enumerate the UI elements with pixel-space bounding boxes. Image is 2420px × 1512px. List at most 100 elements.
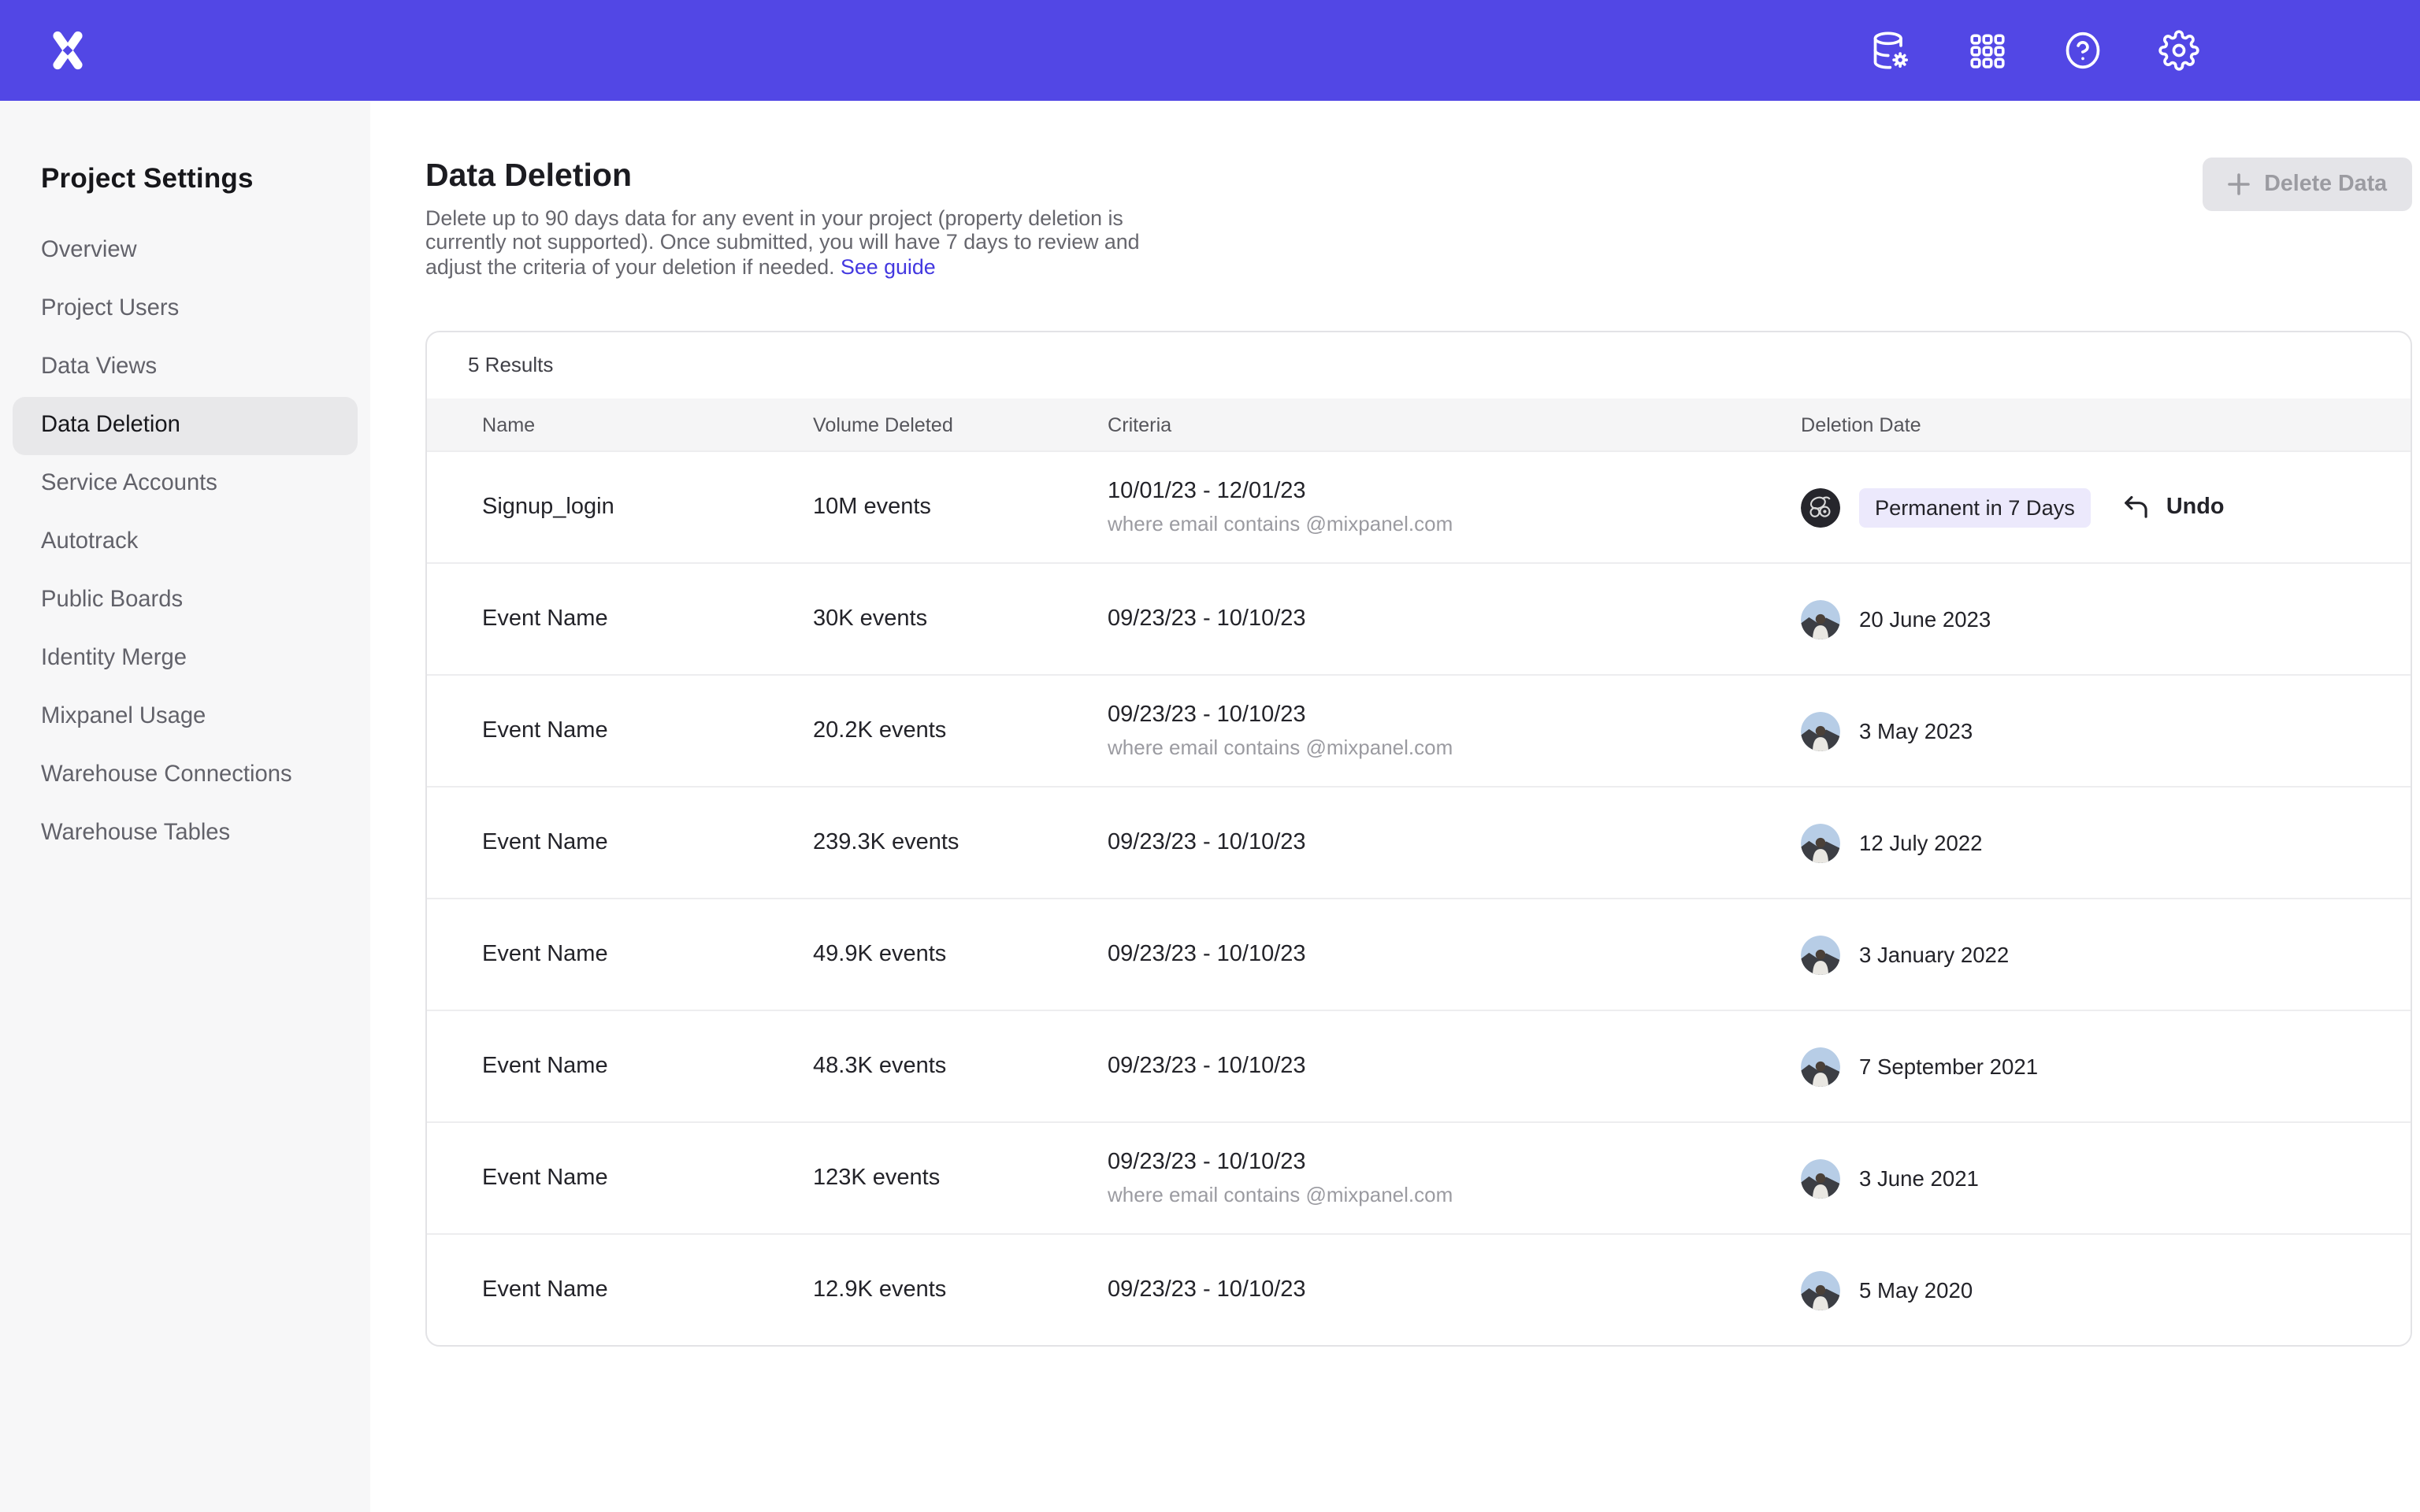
event-name-cell: Event Name <box>427 830 813 855</box>
volume-cell: 239.3K events <box>813 830 1108 855</box>
status-badge: Permanent in 7 Days <box>1859 487 2091 527</box>
user-avatar <box>1801 1047 1840 1086</box>
sidebar-item-service-accounts[interactable]: Service Accounts <box>13 455 358 513</box>
description-line-2: currently not supported). Once submitted… <box>425 231 1166 255</box>
criteria-cell: 09/23/23 - 10/10/23 <box>1108 606 1801 632</box>
deletion-date: 3 May 2023 <box>1859 719 1973 743</box>
criteria-cell: 09/23/23 - 10/10/23 <box>1108 1054 1801 1079</box>
event-name-cell: Event Name <box>427 942 813 967</box>
sidebar-item-warehouse-tables[interactable]: Warehouse Tables <box>13 805 358 863</box>
sidebar-item-data-views[interactable]: Data Views <box>13 339 358 397</box>
deletion-date-cell: 3 June 2021 <box>1801 1158 2411 1198</box>
event-name-cell: Event Name <box>427 1166 813 1191</box>
volume-cell: 123K events <box>813 1166 1108 1191</box>
deletion-date-cell: 12 July 2022 <box>1801 823 2411 862</box>
app-root: Project Settings Overview Project Users … <box>0 0 2420 1512</box>
top-icon-group <box>1870 30 2199 71</box>
criteria-cell: 09/23/23 - 10/10/23 <box>1108 1277 1801 1303</box>
criteria-cell: 10/01/23 - 12/01/23 where email contains… <box>1108 479 1801 536</box>
deletion-date: 7 September 2021 <box>1859 1054 2038 1078</box>
deletion-date: 5 May 2020 <box>1859 1278 1973 1302</box>
mixpanel-logo-icon <box>47 30 88 71</box>
apps-grid-icon[interactable] <box>1966 30 2007 71</box>
undo-button[interactable]: Undo <box>2122 492 2225 522</box>
delete-data-label: Delete Data <box>2264 172 2387 197</box>
criteria-range: 09/23/23 - 10/10/23 <box>1108 830 1801 855</box>
criteria-cell: 09/23/23 - 10/10/23 <box>1108 942 1801 967</box>
volume-cell: 49.9K events <box>813 942 1108 967</box>
deletion-date: 12 July 2022 <box>1859 831 1983 854</box>
volume-cell: 12.9K events <box>813 1277 1108 1303</box>
volume-cell: 30K events <box>813 606 1108 632</box>
criteria-filter: where email contains @mixpanel.com <box>1108 512 1801 536</box>
deletion-date-cell: Permanent in 7 Days Undo <box>1801 487 2411 527</box>
sidebar-item-identity-merge[interactable]: Identity Merge <box>13 630 358 688</box>
criteria-cell: 09/23/23 - 10/10/23 <box>1108 830 1801 855</box>
deletion-date-cell: 7 September 2021 <box>1801 1047 2411 1086</box>
help-icon[interactable] <box>2062 30 2103 71</box>
column-header-criteria: Criteria <box>1108 413 1801 435</box>
event-name-cell: Event Name <box>427 1054 813 1079</box>
see-guide-link[interactable]: See guide <box>841 255 936 279</box>
criteria-range: 09/23/23 - 10/10/23 <box>1108 702 1801 728</box>
sidebar-item-warehouse-connections[interactable]: Warehouse Connections <box>13 747 358 805</box>
table-header-row: Name Volume Deleted Criteria Deletion Da… <box>427 398 2411 450</box>
page-title: Data Deletion <box>425 158 2412 195</box>
sidebar-title: Project Settings <box>41 162 370 195</box>
volume-cell: 20.2K events <box>813 718 1108 743</box>
top-nav-bar <box>0 0 2420 101</box>
table-row: Event Name 49.9K events 09/23/23 - 10/10… <box>427 898 2411 1010</box>
criteria-range: 09/23/23 - 10/10/23 <box>1108 606 1801 632</box>
volume-cell: 48.3K events <box>813 1054 1108 1079</box>
deletion-date-cell: 20 June 2023 <box>1801 599 2411 639</box>
criteria-range: 10/01/23 - 12/01/23 <box>1108 479 1801 504</box>
table-row: Event Name 48.3K events 09/23/23 - 10/10… <box>427 1010 2411 1121</box>
settings-icon[interactable] <box>2158 30 2199 71</box>
deletion-date-cell: 3 May 2023 <box>1801 711 2411 750</box>
sidebar: Project Settings Overview Project Users … <box>0 101 370 1512</box>
criteria-range: 09/23/23 - 10/10/23 <box>1108 942 1801 967</box>
sidebar-item-overview[interactable]: Overview <box>13 222 358 280</box>
volume-cell: 10M events <box>813 495 1108 520</box>
event-name-cell: Signup_login <box>427 495 813 520</box>
criteria-filter: where email contains @mixpanel.com <box>1108 1183 1801 1206</box>
sidebar-nav: Overview Project Users Data Views Data D… <box>0 222 370 863</box>
column-header-volume-deleted: Volume Deleted <box>813 413 1108 435</box>
deletion-table-card: 5 Results Name Volume Deleted Criteria D… <box>425 331 2412 1347</box>
sidebar-item-public-boards[interactable]: Public Boards <box>13 572 358 630</box>
table-row: Event Name 20.2K events 09/23/23 - 10/10… <box>427 674 2411 786</box>
undo-label: Undo <box>2166 495 2225 520</box>
column-header-deletion-date: Deletion Date <box>1801 413 2411 435</box>
table-row: Event Name 123K events 09/23/23 - 10/10/… <box>427 1121 2411 1233</box>
user-avatar <box>1801 487 1840 527</box>
sidebar-item-mixpanel-usage[interactable]: Mixpanel Usage <box>13 688 358 747</box>
table-row: Event Name 30K events 09/23/23 - 10/10/2… <box>427 562 2411 674</box>
criteria-filter: where email contains @mixpanel.com <box>1108 736 1801 759</box>
sidebar-item-project-users[interactable]: Project Users <box>13 280 358 339</box>
user-avatar <box>1801 1270 1840 1310</box>
event-name-cell: Event Name <box>427 1277 813 1303</box>
page-description: Delete up to 90 days data for any event … <box>425 206 1166 279</box>
criteria-range: 09/23/23 - 10/10/23 <box>1108 1277 1801 1303</box>
database-settings-icon[interactable] <box>1870 30 1911 71</box>
results-count: 5 Results <box>427 332 2411 376</box>
user-avatar <box>1801 823 1840 862</box>
criteria-range: 09/23/23 - 10/10/23 <box>1108 1054 1801 1079</box>
sidebar-item-autotrack[interactable]: Autotrack <box>13 513 358 572</box>
deletion-date: 20 June 2023 <box>1859 607 1991 631</box>
table-row: Event Name 12.9K events 09/23/23 - 10/10… <box>427 1233 2411 1345</box>
column-header-name: Name <box>427 413 813 435</box>
sidebar-item-data-deletion[interactable]: Data Deletion <box>13 397 358 455</box>
criteria-range: 09/23/23 - 10/10/23 <box>1108 1150 1801 1175</box>
delete-data-button[interactable]: Delete Data <box>2203 158 2412 211</box>
deletion-date-cell: 5 May 2020 <box>1801 1270 2411 1310</box>
table-row: Event Name 239.3K events 09/23/23 - 10/1… <box>427 786 2411 898</box>
event-name-cell: Event Name <box>427 718 813 743</box>
page-header: Data Deletion Delete up to 90 days data … <box>425 158 2412 279</box>
deletion-date-cell: 3 January 2022 <box>1801 935 2411 974</box>
event-name-cell: Event Name <box>427 606 813 632</box>
user-avatar <box>1801 1158 1840 1198</box>
table-row: Signup_login 10M events 10/01/23 - 12/01… <box>427 450 2411 562</box>
main-content: Data Deletion Delete up to 90 days data … <box>370 101 2420 1512</box>
mixpanel-logo[interactable] <box>47 30 88 71</box>
